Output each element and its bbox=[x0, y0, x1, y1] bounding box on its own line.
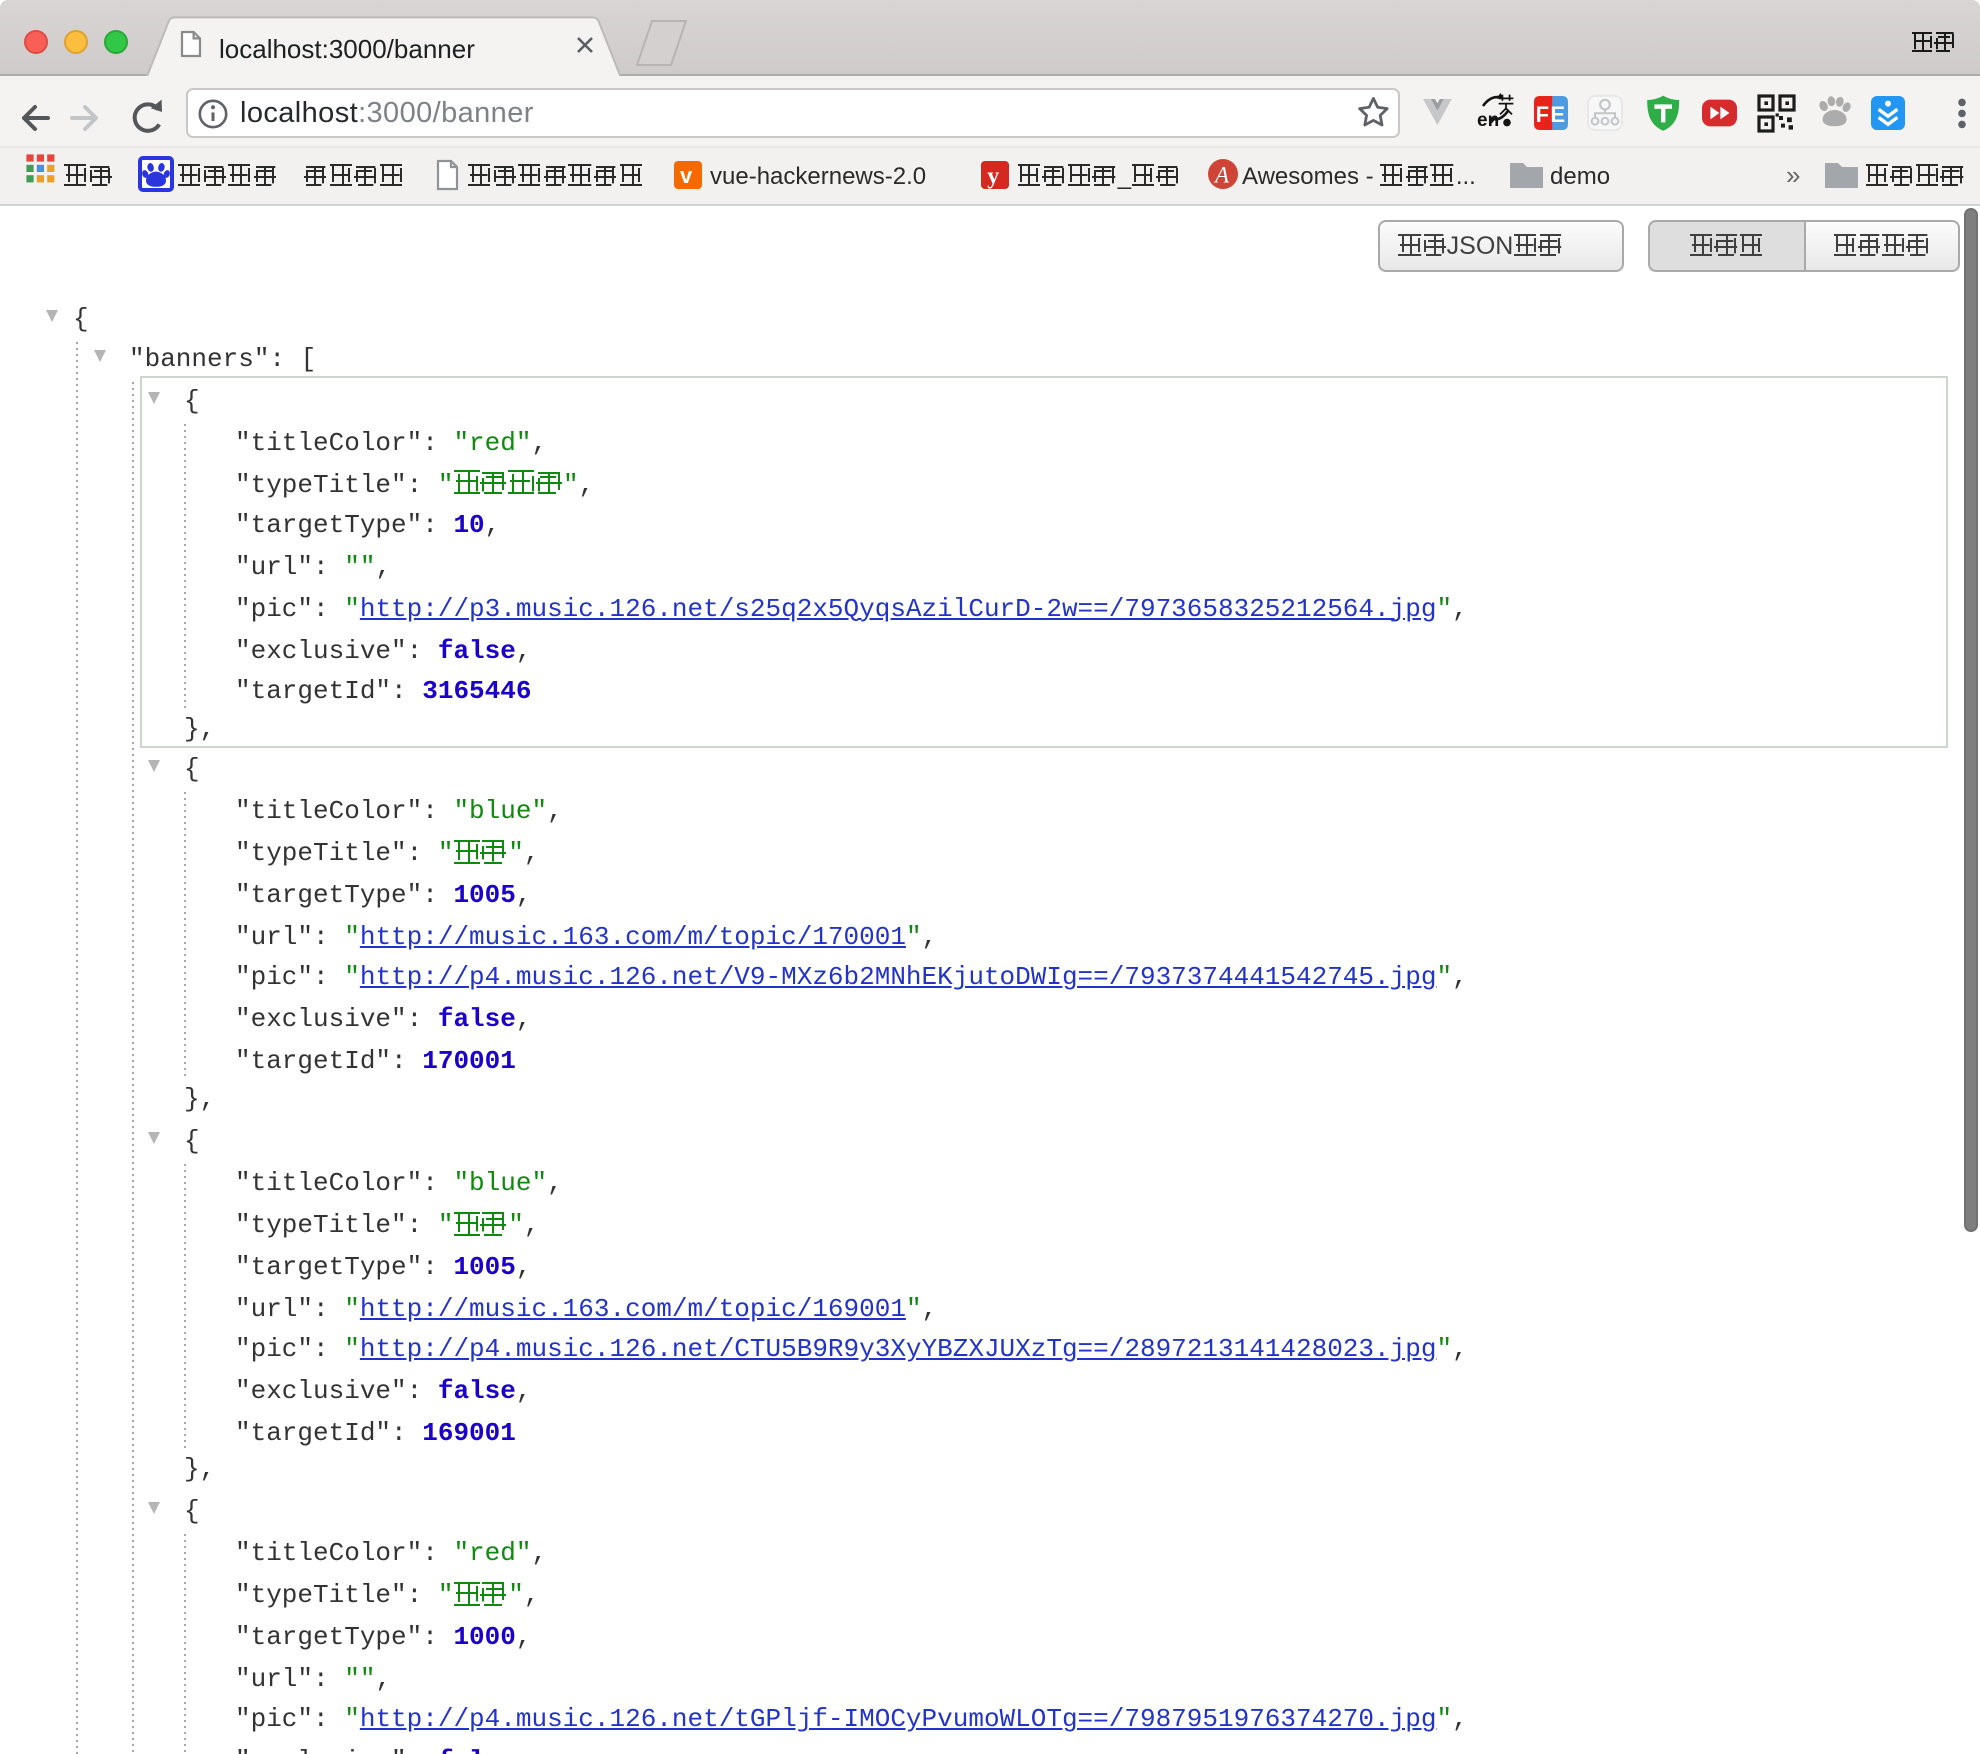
svg-text:F: F bbox=[1536, 101, 1549, 126]
svg-text:v: v bbox=[680, 163, 693, 188]
svg-text:y: y bbox=[987, 164, 999, 190]
svg-text:E: E bbox=[1550, 101, 1565, 126]
svg-text:A: A bbox=[1213, 162, 1230, 187]
